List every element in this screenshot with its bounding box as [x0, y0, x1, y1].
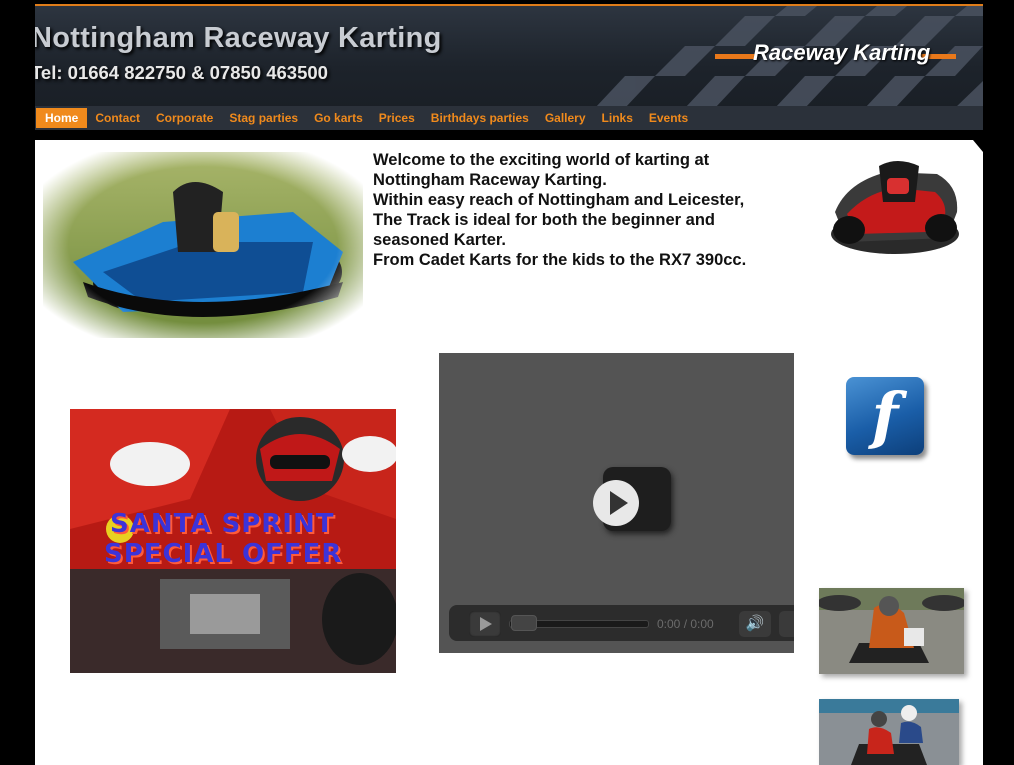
welcome-line: The Track is ideal for both the beginner… [373, 211, 715, 229]
logo-text: Raceway Karting [753, 40, 931, 65]
gallery-thumbnail-karting-2[interactable] [819, 699, 959, 765]
right-border [983, 0, 1014, 765]
promo-line-1: SANTA SPRINT [110, 509, 335, 539]
promo-line-2: SPECIAL OFFER [104, 539, 343, 569]
logo-bar-left [715, 54, 755, 59]
nav-stag-parties[interactable]: Stag parties [221, 108, 306, 128]
welcome-text: Welcome to the exciting world of karting… [373, 150, 813, 270]
nav-gallery[interactable]: Gallery [537, 108, 594, 128]
nav-corporate[interactable]: Corporate [148, 108, 221, 128]
site-title: Nottingham Raceway Karting [35, 22, 442, 54]
nav-prices[interactable]: Prices [371, 108, 423, 128]
facebook-icon[interactable]: f [846, 377, 924, 455]
blue-kart-photo [43, 152, 363, 338]
main-content: Welcome to the exciting world of karting… [35, 140, 983, 765]
nav-contact[interactable]: Contact [87, 108, 148, 128]
welcome-line: From Cadet Karts for the kids to the RX7… [373, 251, 747, 269]
gallery-thumbnail-karting-1[interactable] [819, 588, 964, 674]
nav-birthday-parties[interactable]: Birthdays parties [423, 108, 537, 128]
santa-sprint-promo[interactable]: SANTA SPRINT SPECIAL OFFER [70, 409, 396, 673]
welcome-line: Within easy reach of Nottingham and Leic… [373, 191, 745, 209]
welcome-line: Nottingham Raceway Karting. [373, 171, 607, 189]
video-player[interactable]: 0:00 / 0:00 🔊 [439, 353, 794, 653]
time-display: 0:00 / 0:00 [657, 617, 714, 631]
progress-handle[interactable] [511, 615, 537, 631]
main-nav: Home Contact Corporate Stag parties Go k… [35, 106, 983, 130]
nav-events[interactable]: Events [641, 108, 696, 128]
red-kart-image [831, 161, 959, 254]
site-telephone: Tel: 01664 822750 & 07850 463500 [35, 62, 328, 83]
volume-icon[interactable]: 🔊 [739, 611, 771, 637]
video-controls: 0:00 / 0:00 🔊 [449, 605, 794, 641]
nav-go-karts[interactable]: Go karts [306, 108, 371, 128]
welcome-line: Welcome to the exciting world of karting… [373, 151, 710, 169]
control-play-button[interactable] [469, 611, 501, 637]
welcome-line: seasoned Karter. [373, 231, 506, 249]
nav-home[interactable]: Home [36, 108, 88, 128]
left-border [0, 0, 35, 765]
raceway-karting-logo[interactable]: Raceway Karting [715, 34, 956, 74]
nav-links[interactable]: Links [594, 108, 641, 128]
site-header: Nottingham Raceway Karting Tel: 01664 82… [35, 4, 983, 108]
fullscreen-button[interactable] [779, 611, 794, 637]
play-icon [610, 491, 628, 515]
